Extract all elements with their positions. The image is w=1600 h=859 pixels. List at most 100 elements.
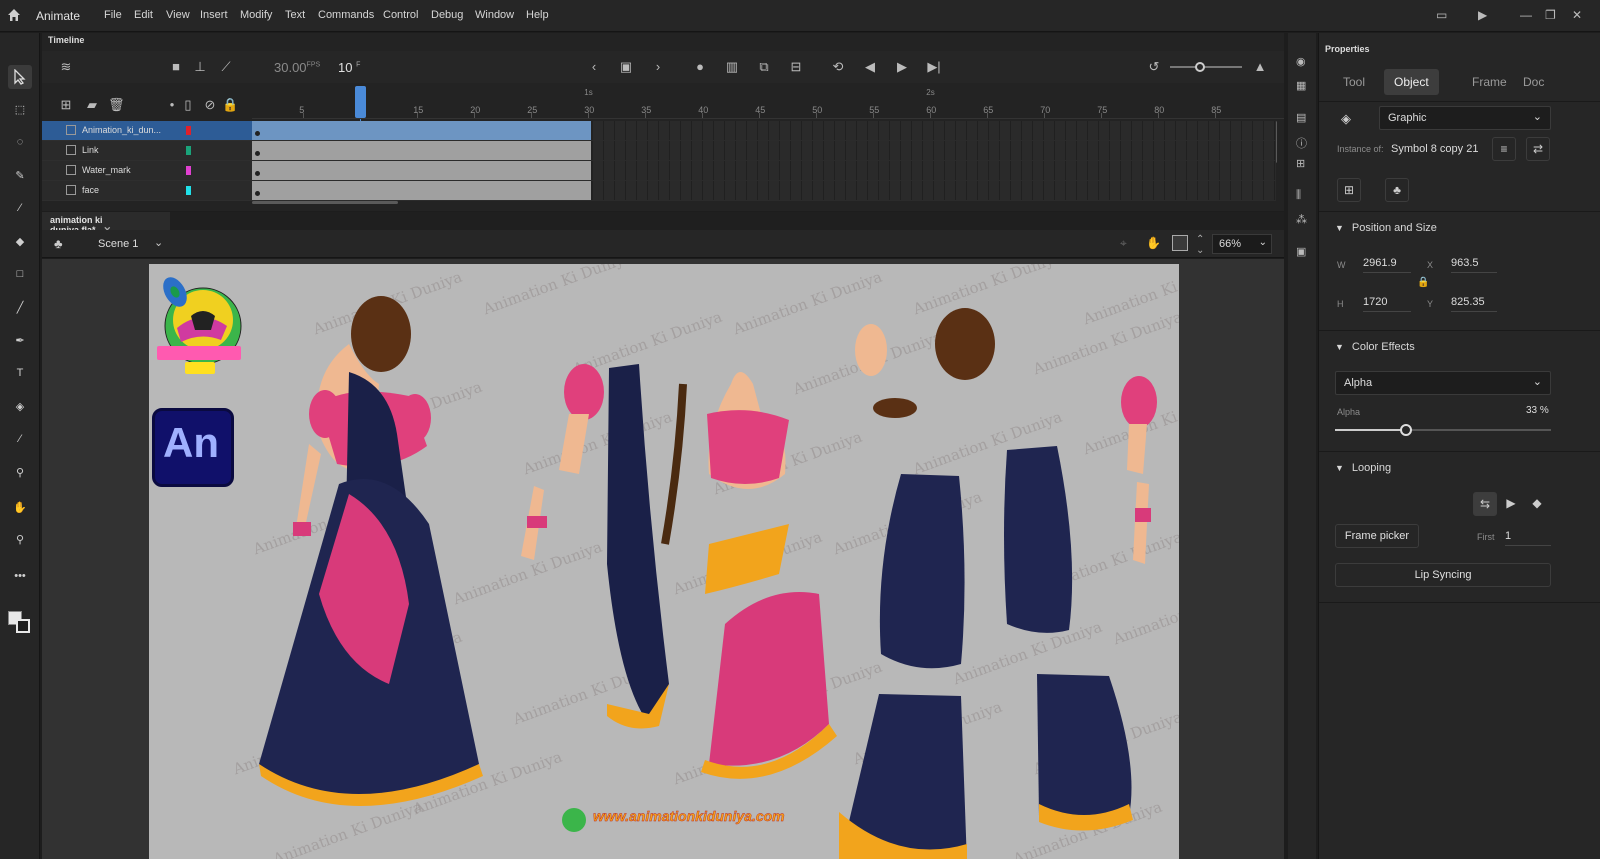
layer-name[interactable]: Animation_ki_dun...	[82, 125, 161, 135]
brush-tool-icon[interactable]: ⁄	[8, 196, 32, 220]
visibility-icon[interactable]: ⊘	[202, 97, 218, 113]
layers-icon[interactable]: ≋	[58, 59, 74, 75]
timeline-zoom-handle[interactable]	[1195, 62, 1205, 72]
color-effect-dropdown[interactable]: Alpha ⌄	[1335, 371, 1551, 395]
components-icon[interactable]: ⫼	[1296, 189, 1301, 202]
layer-row[interactable]: Animation_ki_dun...	[42, 121, 252, 141]
edit-multiple-frames-icon[interactable]: ▥	[724, 59, 740, 75]
scene-name[interactable]: Scene 1	[98, 238, 138, 250]
center-stage-icon[interactable]	[1172, 235, 1188, 251]
text-tool-icon[interactable]: T	[8, 361, 32, 385]
zoom-dropdown-icon[interactable]: ⌄	[1259, 237, 1267, 248]
layer-frames[interactable]	[252, 141, 1276, 161]
current-frame-display[interactable]: 10 F	[338, 60, 360, 75]
align-icon[interactable]: ▤	[1296, 111, 1306, 124]
snap-icon[interactable]: ⌖	[1120, 236, 1127, 251]
step-back-icon[interactable]: ◀	[862, 59, 878, 75]
transform-icon[interactable]: ⊞	[1296, 157, 1305, 170]
frame-span[interactable]	[252, 161, 593, 180]
menu-debug[interactable]: Debug	[431, 9, 463, 21]
menu-edit[interactable]: Edit	[134, 9, 153, 21]
convert-symbol-icon[interactable]: ♣	[1385, 178, 1409, 202]
menu-text[interactable]: Text	[285, 9, 305, 21]
layer-frames[interactable]	[252, 121, 1276, 141]
workspace-icon[interactable]: ▭	[1436, 8, 1447, 22]
width-field[interactable]: 2961.9	[1363, 257, 1411, 273]
layer-parenting-icon[interactable]: ⊥	[192, 59, 208, 75]
alpha-value[interactable]: 33 %	[1526, 405, 1549, 416]
pin-tool-icon[interactable]: ⚲	[8, 460, 32, 484]
paint-bucket-tool-icon[interactable]: ◈	[8, 394, 32, 418]
first-frame-field[interactable]: 1	[1505, 530, 1551, 546]
layer-color-swatch[interactable]	[186, 166, 191, 175]
onion-skin-icon[interactable]: ●	[692, 59, 708, 75]
selection-tool-icon[interactable]	[8, 65, 32, 89]
loop-mode-icon[interactable]: ⇆	[1473, 492, 1497, 516]
keyframe-dot[interactable]	[255, 131, 260, 136]
menu-file[interactable]: File	[104, 9, 122, 21]
color-effects-header[interactable]: ▼ Color Effects	[1335, 341, 1415, 353]
timeline-zoom-slider[interactable]	[1170, 66, 1242, 68]
zoom-tool-icon[interactable]: ⚲	[8, 527, 32, 551]
document-tab[interactable]: animation ki duniya.fla*✕	[42, 212, 170, 235]
new-folder-icon[interactable]: ▰	[84, 97, 100, 113]
frame-ruler[interactable]: 5 15 20 25 30 35 40 45 50 55 60 65 70 75 80 85 1s 2s	[252, 85, 1284, 119]
tab-doc[interactable]: Doc	[1513, 69, 1554, 95]
layer-color-swatch[interactable]	[186, 186, 191, 195]
layer-color-swatch[interactable]	[186, 146, 191, 155]
y-field[interactable]: 825.35	[1451, 296, 1497, 312]
reset-icon[interactable]: ↺	[1146, 59, 1162, 75]
height-field[interactable]: 1720	[1363, 296, 1411, 312]
line-tool-icon[interactable]: ╱	[8, 295, 32, 319]
highlight-icon[interactable]: ●	[164, 97, 180, 113]
keyframe-dot[interactable]	[255, 151, 260, 156]
menu-help[interactable]: Help	[526, 9, 549, 21]
eraser-tool-icon[interactable]: ◆	[8, 229, 32, 253]
looping-header[interactable]: ▼ Looping	[1335, 462, 1391, 474]
edit-symbol-properties-icon[interactable]: ≡	[1492, 137, 1516, 161]
create-tween-icon[interactable]: ⧉	[756, 59, 772, 75]
layer-color-swatch[interactable]	[186, 126, 191, 135]
lip-syncing-button[interactable]: Lip Syncing	[1335, 563, 1551, 587]
layer-name[interactable]: face	[82, 185, 99, 195]
new-layer-icon[interactable]: ⊞	[58, 97, 74, 113]
tab-frame[interactable]: Frame	[1462, 69, 1517, 95]
layer-name[interactable]: Link	[82, 145, 99, 155]
hand-tool-icon[interactable]: ✋	[8, 495, 32, 519]
menu-view[interactable]: View	[166, 9, 190, 21]
zoom-stepper-icon[interactable]: ⌃ ⌄	[1196, 234, 1204, 256]
more-tools-icon[interactable]: •••	[8, 564, 32, 588]
layer-row[interactable]: face	[42, 181, 252, 201]
layer-frames[interactable]	[252, 161, 1276, 181]
restore-icon[interactable]: ❐	[1545, 8, 1556, 22]
fps-display[interactable]: 30.00FPS	[274, 60, 320, 75]
chevron-down-icon[interactable]: ⌄	[154, 236, 163, 249]
layer-row[interactable]: Water_mark	[42, 161, 252, 181]
menu-modify[interactable]: Modify	[240, 9, 272, 21]
break-apart-icon[interactable]: ⊞	[1337, 178, 1361, 202]
step-forward-icon[interactable]: ▶|	[926, 59, 942, 75]
lock-icon[interactable]: 🔒	[222, 97, 238, 113]
keyframe-dot[interactable]	[255, 191, 260, 196]
frame-span[interactable]	[252, 121, 593, 140]
delete-layer-icon[interactable]: 🗑	[108, 97, 125, 113]
tab-tool[interactable]: Tool	[1333, 69, 1375, 95]
x-field[interactable]: 963.5	[1451, 257, 1497, 273]
outline-icon[interactable]: ▯	[180, 97, 196, 113]
position-size-header[interactable]: ▼ Position and Size	[1335, 222, 1437, 234]
camera-icon[interactable]: ■	[168, 59, 184, 75]
free-transform-tool-icon[interactable]: ⬚	[8, 97, 32, 121]
layer-name[interactable]: Water_mark	[82, 165, 131, 175]
tab-object[interactable]: Object	[1384, 69, 1439, 95]
clip-icon[interactable]: ✋	[1146, 236, 1161, 250]
timeline-scrollbar[interactable]	[252, 201, 398, 204]
graph-icon[interactable]: ⟋	[218, 59, 234, 75]
minimize-icon[interactable]: —	[1520, 8, 1532, 22]
character-artwork[interactable]	[149, 264, 1179, 859]
stage[interactable]: Animation Ki Duniya Animation Ki Duniya An…	[149, 264, 1179, 859]
keyframe-dot[interactable]	[255, 171, 260, 176]
symbol-type-dropdown[interactable]: Graphic ⌄	[1379, 106, 1551, 130]
frame-picker-button[interactable]: Frame picker	[1335, 524, 1419, 548]
frame-picker-panel-icon[interactable]: ▣	[1296, 245, 1306, 258]
test-movie-icon[interactable]: ▶	[1478, 8, 1487, 22]
